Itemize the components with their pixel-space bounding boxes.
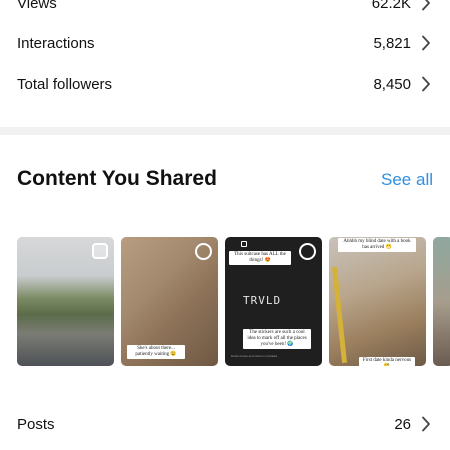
multi-select-icon xyxy=(92,243,108,259)
thumbnail-caption: Ahhhh my blind date with a book has arri… xyxy=(338,238,416,252)
thumbnail-caption: The stickers are such a cool idea to mar… xyxy=(243,329,311,349)
see-all-link[interactable]: See all xyxy=(381,170,433,190)
story-ring-icon xyxy=(195,243,212,260)
chevron-right-icon xyxy=(422,0,430,11)
thumbnail-caption: First date kinda nervous 😅 xyxy=(359,357,415,366)
section-title: Content You Shared xyxy=(17,167,217,190)
interactions-label: Interactions xyxy=(17,34,95,52)
total-followers-label: Total followers xyxy=(17,75,113,93)
posts-label: Posts xyxy=(17,415,55,433)
views-label: Views xyxy=(17,0,57,12)
content-thumbnail[interactable] xyxy=(17,237,114,366)
views-value: 62.2K xyxy=(371,0,411,12)
insights-screen: Views 62.2K Interactions 5,821 Total fol… xyxy=(0,0,450,450)
chevron-right-icon xyxy=(422,416,430,432)
chevron-right-icon xyxy=(422,76,430,92)
pen-image xyxy=(331,267,348,363)
camera-icon xyxy=(241,241,247,247)
content-thumbnails-row: She's about there... patiently waiting 😉… xyxy=(17,237,450,367)
total-followers-value: 8,450 xyxy=(373,75,411,93)
interactions-value: 5,821 xyxy=(373,34,411,52)
views-row[interactable]: Views 62.2K xyxy=(0,0,450,23)
content-thumbnail[interactable] xyxy=(433,237,450,366)
interactions-row[interactable]: Interactions 5,821 xyxy=(0,23,450,63)
content-thumbnail[interactable]: This suitcase has ALL the things! 😍 TRVL… xyxy=(225,237,322,366)
chevron-right-icon xyxy=(422,35,430,51)
thumbnail-credit: kristie.house and carmen.michalka xyxy=(231,354,278,358)
posts-value: 26 xyxy=(394,415,411,433)
content-thumbnail[interactable]: She's about there... patiently waiting 😉 xyxy=(121,237,218,366)
content-thumbnail[interactable]: Ahhhh my blind date with a book has arri… xyxy=(329,237,426,366)
thumbnail-caption: This suitcase has ALL the things! 😍 xyxy=(229,251,291,265)
story-ring-icon xyxy=(299,243,316,260)
thumbnail-brand-text: TRVLD xyxy=(243,294,282,307)
total-followers-row[interactable]: Total followers 8,450 xyxy=(0,64,450,104)
section-divider xyxy=(0,127,450,135)
posts-row[interactable]: Posts 26 xyxy=(0,404,450,444)
thumbnail-caption: She's about there... patiently waiting 😉 xyxy=(127,345,185,359)
